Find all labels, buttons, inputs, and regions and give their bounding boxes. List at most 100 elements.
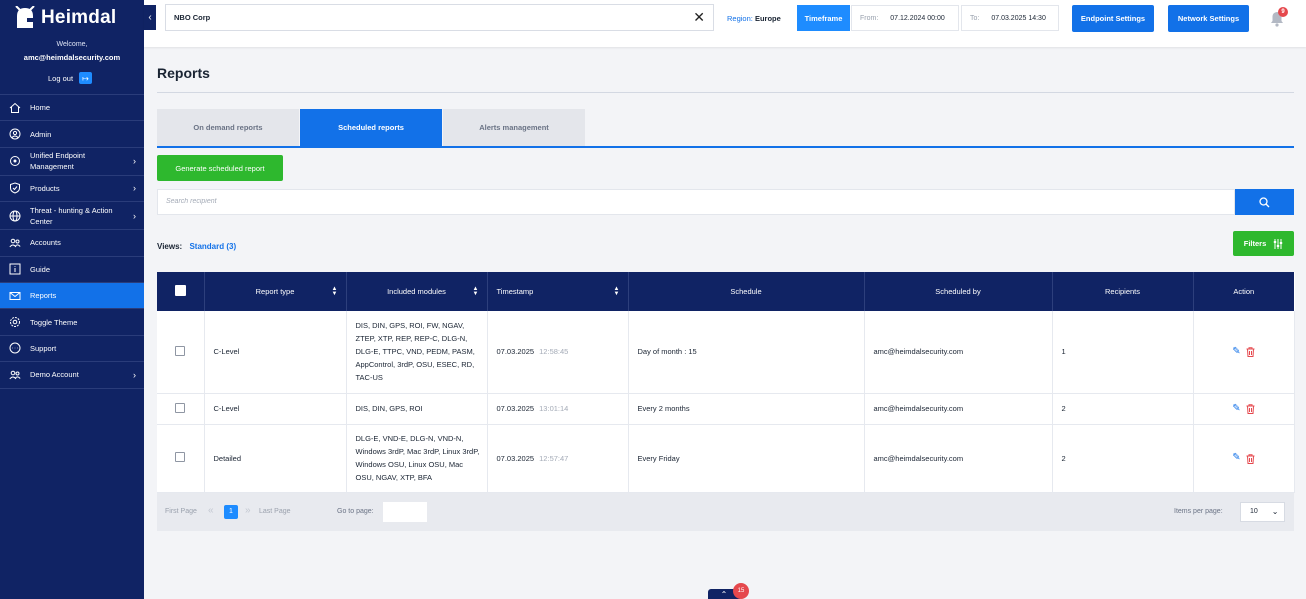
items-per-page-label: Items per page: — [1174, 507, 1223, 515]
views-value-link[interactable]: Standard (3) — [189, 242, 236, 251]
search-button[interactable] — [1235, 189, 1294, 215]
brand-name: Heimdal — [41, 7, 117, 28]
modules-cell: DLG-E, VND-E, DLG-N, VND-N, Windows 3rdP… — [346, 424, 488, 493]
row-select-cell — [157, 393, 205, 425]
chevron-right-icon: › — [133, 183, 136, 194]
goto-page-input[interactable] — [383, 501, 427, 522]
chevron-down-icon: ⌄ — [1271, 507, 1279, 516]
sidebar-item-threat-hunting[interactable]: Threat - hunting & Action Center › — [0, 202, 144, 231]
select-all-header — [157, 272, 205, 311]
current-page-button[interactable]: 1 — [224, 504, 238, 519]
sidebar-item-label: Unified Endpoint Management — [30, 151, 86, 172]
schedule-cell: Day of month : 15 — [628, 311, 865, 394]
modules-cell: DIS, DIN, GPS, ROI — [346, 393, 488, 425]
sort-icon[interactable]: ▲ ▼ — [614, 286, 620, 297]
sidebar-item-label: Reports — [30, 291, 57, 301]
scroll-badge: 15 — [733, 583, 749, 599]
to-value: 07.03.2025 14:30 — [991, 14, 1046, 22]
region-label: Region: — [727, 14, 753, 23]
report-type-cell: C-Level — [204, 393, 347, 425]
tab-scheduled-reports[interactable]: Scheduled reports — [300, 109, 442, 146]
filters-button[interactable]: Filters — [1233, 231, 1294, 256]
sidebar-item-reports[interactable]: Reports — [0, 282, 144, 310]
column-header-report-type[interactable]: Report type ▲ ▼ — [204, 272, 347, 311]
logout-link[interactable]: Log out ↦ — [48, 72, 93, 84]
row-checkbox[interactable] — [175, 345, 186, 356]
from-date-field[interactable]: From: 07.12.2024 00:00 — [851, 5, 959, 31]
sidebar-item-accounts[interactable]: Accounts — [0, 230, 144, 257]
sidebar-item-demo-account[interactable]: Demo Account › — [0, 362, 144, 389]
prev-page-icon[interactable]: « — [208, 505, 214, 516]
sidebar-item-label: Support — [30, 343, 57, 353]
sort-icon[interactable]: ▲ ▼ — [473, 286, 479, 297]
welcome-text: Welcome, — [56, 41, 88, 48]
trash-icon[interactable] — [1246, 404, 1255, 414]
company-selector[interactable]: NBO Corp ✕ — [165, 4, 714, 31]
search-icon — [1259, 196, 1270, 207]
search-input[interactable] — [166, 198, 1066, 205]
column-header-timestamp[interactable]: Timestamp ▲ ▼ — [487, 272, 629, 311]
endpoint-icon — [8, 155, 21, 168]
goto-page-label: Go to page: — [337, 507, 374, 515]
to-date-field[interactable]: To: 07.03.2025 14:30 — [961, 5, 1059, 31]
trash-icon[interactable] — [1246, 347, 1255, 358]
timestamp-time: 12:58:45 — [539, 347, 569, 357]
gear-icon — [8, 316, 21, 329]
sidebar-item-label: Demo Account — [30, 370, 79, 380]
endpoint-settings-button[interactable]: Endpoint Settings — [1072, 5, 1154, 32]
timeframe-button[interactable]: Timeframe — [797, 5, 850, 31]
sidebar-item-label: Threat - hunting & Action Center — [30, 205, 113, 226]
column-header-included-modules[interactable]: Included modules ▲ ▼ — [346, 272, 488, 311]
sidebar-item-guide[interactable]: Guide — [0, 257, 144, 283]
network-settings-button[interactable]: Network Settings — [1168, 5, 1249, 32]
sidebar-item-products[interactable]: Products › — [0, 176, 144, 203]
items-per-page-select[interactable]: 10 ⌄ — [1240, 501, 1285, 522]
last-page-link[interactable]: Last Page — [259, 508, 291, 515]
column-label: Included modules — [387, 287, 446, 296]
sort-icon[interactable]: ▲ ▼ — [332, 286, 338, 297]
from-value: 07.12.2024 00:00 — [890, 14, 945, 22]
report-type-cell: Detailed — [204, 424, 347, 493]
edit-icon[interactable]: ✎ — [1232, 452, 1240, 463]
row-select-cell — [157, 311, 205, 394]
chevron-right-icon: › — [133, 369, 136, 380]
select-all-checkbox[interactable] — [174, 285, 186, 296]
column-header-recipients: Recipients — [1052, 272, 1194, 311]
sidebar-item-support[interactable]: Support — [0, 336, 144, 363]
recipients-cell: 1 — [1052, 311, 1194, 394]
action-cell: ✎ — [1193, 311, 1295, 394]
sidebar-item-toggle-theme[interactable]: Toggle Theme — [0, 309, 144, 336]
sidebar-item-unified-endpoint-management[interactable]: Unified Endpoint Management › — [0, 148, 144, 176]
tab-on-demand-reports[interactable]: On demand reports — [157, 109, 299, 146]
sidebar-item-label: Products — [30, 183, 60, 193]
close-icon[interactable]: ✕ — [693, 9, 705, 26]
brand-logo[interactable]: Heimdal — [14, 6, 116, 30]
schedule-cell: Every Friday — [628, 424, 865, 493]
sidebar-item-admin[interactable]: Admin — [0, 121, 144, 148]
views-label: Views: — [157, 242, 183, 251]
column-label: Report type — [255, 287, 295, 296]
generate-scheduled-report-button[interactable]: Generate scheduled report — [157, 155, 283, 181]
row-checkbox[interactable] — [175, 402, 186, 413]
user-email: amc@heimdalsecurity.com — [23, 53, 121, 62]
chevron-right-icon: › — [133, 156, 136, 167]
action-cell: ✎ — [1193, 393, 1295, 425]
region-value: Europe — [754, 14, 781, 23]
notifications-button[interactable]: 9 — [1270, 7, 1288, 27]
timestamp-time: 13:01:14 — [539, 404, 569, 413]
trash-icon[interactable] — [1246, 453, 1255, 464]
sidebar-item-home[interactable]: Home — [0, 95, 144, 122]
sidebar-item-label: Home — [30, 103, 51, 113]
logout-icon[interactable]: ↦ — [79, 72, 93, 84]
row-checkbox[interactable] — [175, 452, 186, 462]
next-page-icon[interactable]: » — [245, 505, 251, 516]
row-select-cell — [157, 424, 205, 493]
first-page-link[interactable]: First Page — [165, 508, 197, 515]
timestamp-cell: 07.03.2025 12:57:47 — [487, 424, 629, 493]
edit-icon[interactable]: ✎ — [1232, 403, 1240, 414]
edit-icon[interactable]: ✎ — [1232, 346, 1240, 357]
column-header-schedule: Schedule — [628, 272, 865, 311]
tab-alerts-management[interactable]: Alerts management — [443, 109, 585, 146]
collapse-sidebar-button[interactable]: ‹ — [144, 5, 156, 30]
filters-label: Filters — [1243, 239, 1267, 248]
